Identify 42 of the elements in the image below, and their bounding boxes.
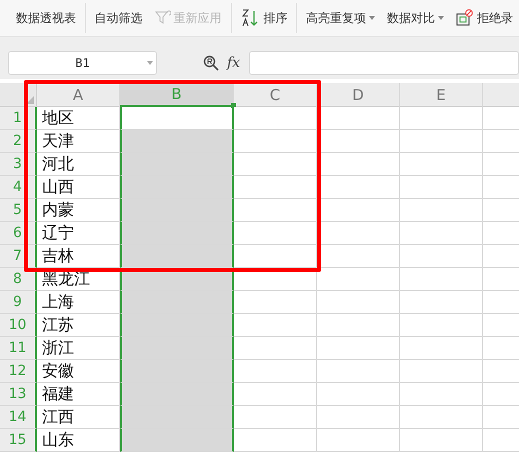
name-box[interactable]: B1 [8, 51, 157, 75]
row-header[interactable]: 12 [0, 360, 37, 383]
table-cell: 山东 [37, 429, 120, 452]
toolbar-button[interactable]: 自动筛选 [88, 3, 149, 33]
column-header[interactable]: C [234, 83, 317, 107]
reject-icon [456, 9, 474, 27]
filter-icon [154, 10, 171, 26]
function-label[interactable]: fx [227, 55, 240, 71]
toolbar-button[interactable]: 拒绝录 [450, 3, 519, 33]
column-header[interactable]: E [400, 83, 483, 107]
column-header[interactable]: A [37, 83, 120, 107]
formula-input[interactable] [249, 51, 519, 75]
row-header[interactable]: 9 [0, 291, 37, 314]
table-cell: 福建 [37, 383, 120, 406]
row-header[interactable]: 10 [0, 314, 37, 337]
row-header[interactable]: 8 [0, 268, 37, 291]
toolbar-button[interactable]: 数据对比 [381, 3, 450, 33]
table-cell: 江苏 [37, 314, 120, 337]
row-header[interactable]: 11 [0, 337, 37, 360]
row-header[interactable]: 13 [0, 383, 37, 406]
table-cell: 河北 [37, 153, 120, 176]
table-cell: 内蒙 [37, 199, 120, 222]
toolbar-button[interactable]: 高亮重复项 [300, 3, 382, 33]
table-cell: 江西 [37, 406, 120, 429]
caret-icon [147, 61, 153, 65]
table-cell: 地区 [37, 107, 120, 130]
table-cell: 吉林 [37, 245, 120, 268]
row-header[interactable]: 14 [0, 406, 37, 429]
table-cell: 辽宁 [37, 222, 120, 245]
toolbar-button[interactable]: 排序 [234, 3, 294, 33]
zoom-icon[interactable] [203, 55, 219, 71]
toolbar-button[interactable]: 数据透视表 [10, 3, 82, 33]
fill-handle[interactable] [231, 103, 236, 108]
table-cell: 浙江 [37, 337, 120, 360]
table-cell: 天津 [37, 130, 120, 153]
sort-icon [240, 8, 260, 28]
row-header[interactable]: 15 [0, 429, 37, 452]
table-cell: 安徽 [37, 360, 120, 383]
table-cell: 山西 [37, 176, 120, 199]
column-header[interactable]: B [120, 83, 234, 107]
table-cell: 上海 [37, 291, 120, 314]
triangle-icon [26, 96, 34, 104]
